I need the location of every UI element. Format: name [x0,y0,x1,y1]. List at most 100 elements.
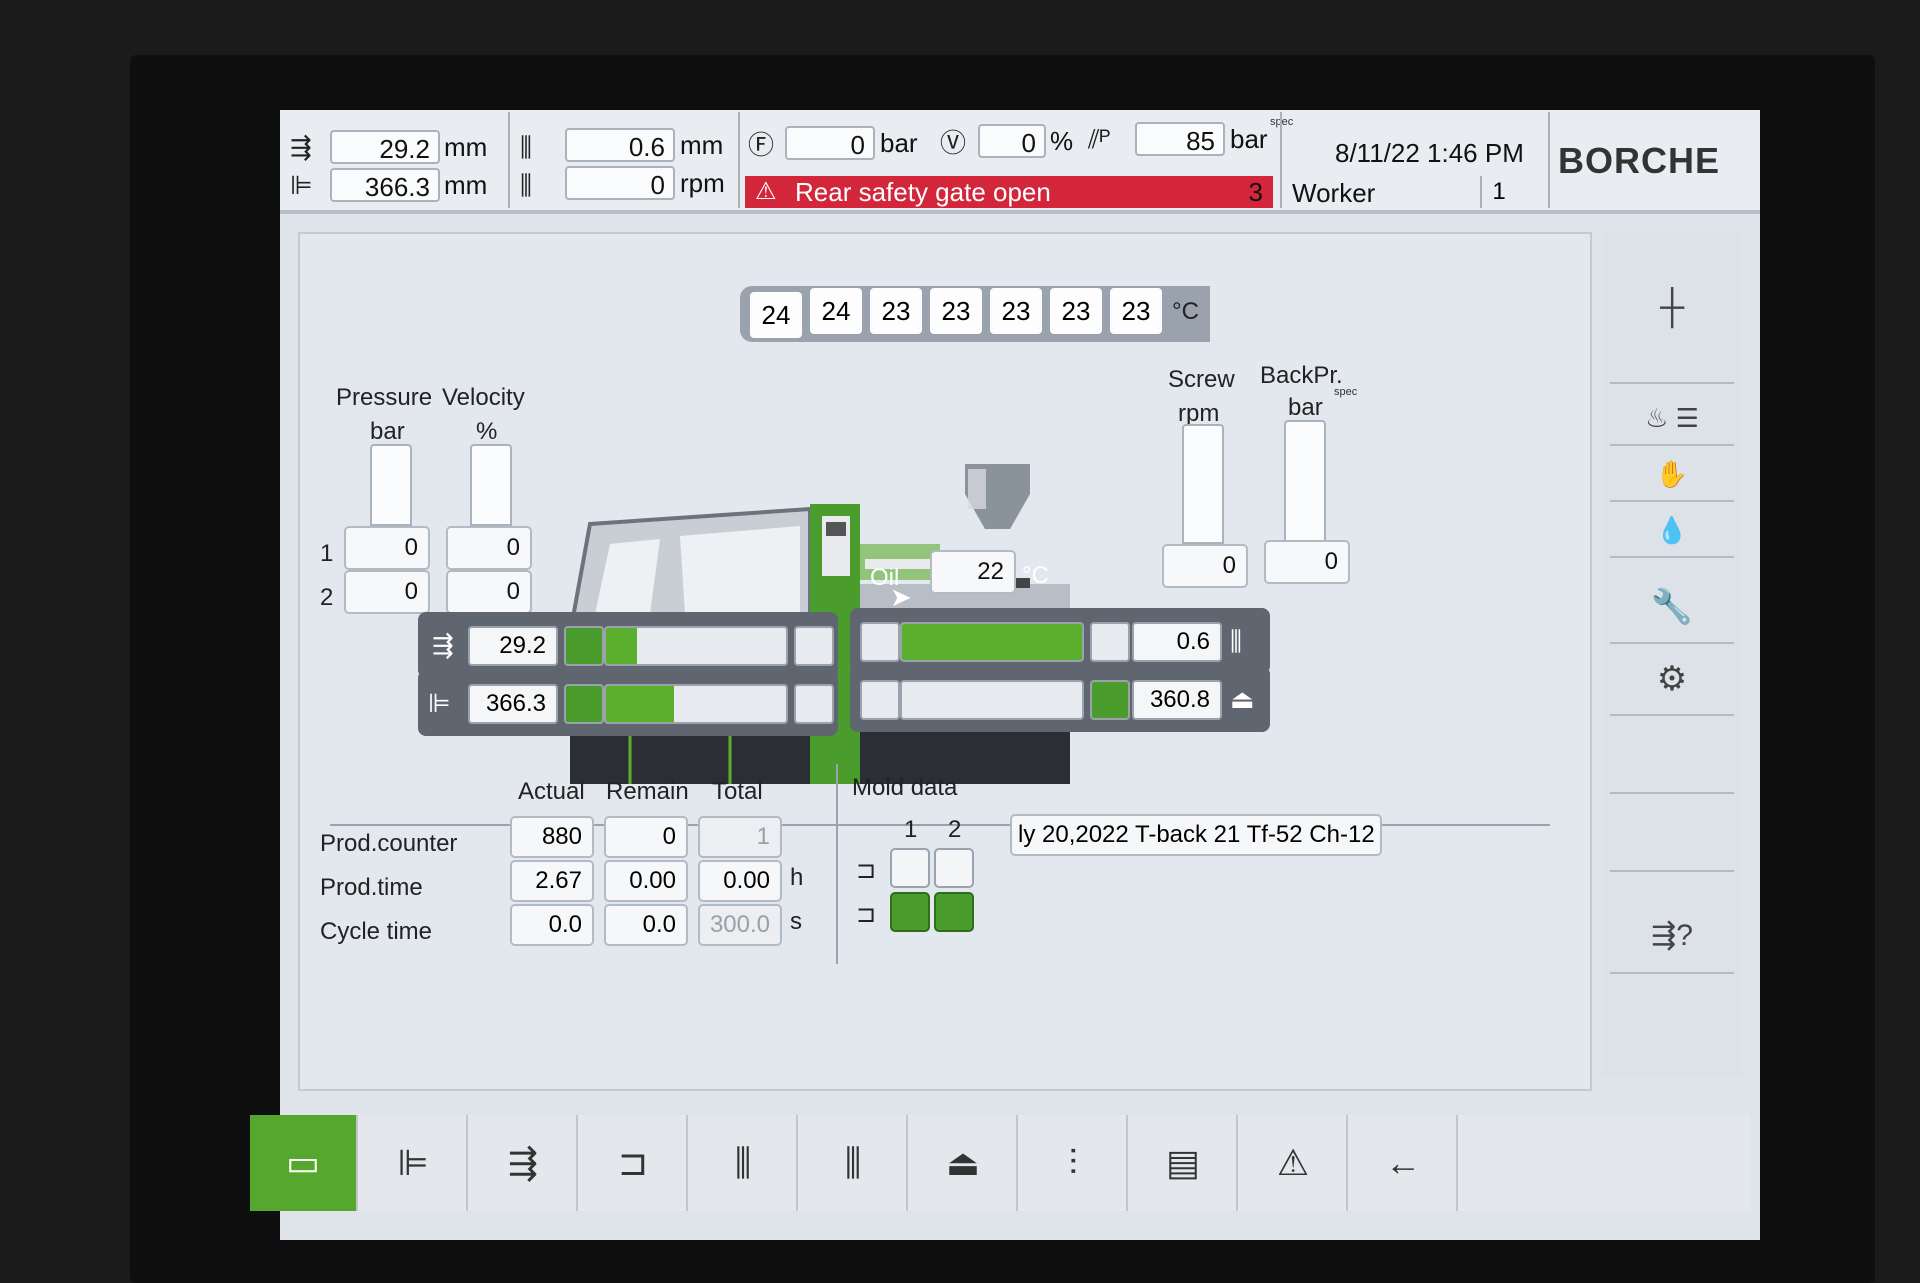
cycle-time-label: Cycle time [320,918,433,945]
empty-slot[interactable] [1610,796,1734,872]
oil-temp-value: 22 [930,550,1016,594]
alarm-count: 3 [1248,177,1263,207]
mold-nav-icon[interactable]: ⊫ [360,1115,468,1211]
pressure-value: 85 [1135,122,1225,156]
prod-time-remain: 0.00 [604,860,688,902]
core-nav-icon[interactable]: ⊐ [580,1115,688,1211]
alarm-nav-icon[interactable]: ⚠ [1240,1115,1348,1211]
mold-core-2-out[interactable] [934,848,974,888]
help-icon[interactable]: ⇶? [1610,900,1734,974]
position-indicator [794,626,834,666]
heating-button[interactable]: ♨ ☰ [1610,392,1734,446]
header-separator [1280,112,1282,208]
cycle-time-total[interactable]: 300.0 [698,904,782,946]
barrel-temp-zone[interactable]: 23 [988,286,1044,336]
position-indicator [794,684,834,724]
back-arrow-icon[interactable]: ← [1350,1115,1458,1211]
header-separator [508,112,510,208]
mold-position-fill [606,686,675,722]
position-indicator [564,626,604,666]
valve-unit: % [1050,126,1074,156]
prod-time-total[interactable]: 0.00 [698,860,782,902]
pressure-1-input[interactable]: 0 [344,526,430,570]
ejector-position-track [900,680,1084,720]
section-divider [836,764,838,964]
hand-mode-icon[interactable]: ✋ [1610,448,1734,502]
screw-rpm-value[interactable]: 0 [1162,544,1248,588]
row-label: 2 [320,584,334,611]
velocity-1-input[interactable]: 0 [446,526,532,570]
prod-counter-total[interactable]: 1 [698,816,782,858]
injection-position-fill [606,628,637,664]
barrel-temp-zone[interactable]: 23 [868,286,924,336]
prod-time-unit: h [790,864,804,891]
alarm-banner[interactable]: ⚠ Rear safety gate open 3 [745,176,1273,208]
injection-nav-icon[interactable]: ⇶ [470,1115,578,1211]
brand-logo: BORCHE [1558,140,1721,181]
mold-data-label: Mold data [852,774,958,801]
user-level: 1 [1480,176,1516,208]
position-indicator [860,680,900,720]
grid-view-button[interactable]: ┼ [1610,232,1734,384]
velocity-2-input[interactable]: 0 [446,570,532,614]
status-header: ⇶ 29.2 mm ⊫ 366.3 mm ⫼ 0.6 mm ⫼ 0 rpm Ⓕ … [280,110,1760,214]
backpr-value[interactable]: 0 [1264,540,1350,584]
empty-slot[interactable] [1610,718,1734,794]
barrel-temp-zone[interactable]: 23 [1048,286,1104,336]
valve-icon: Ⓥ [940,128,967,158]
injection-icon: ⇶ [432,630,454,660]
screw-back-nav-icon[interactable]: ⫼ [690,1115,798,1211]
inject-pos-value: 29.2 [330,130,440,164]
backpr-gauge [1284,420,1326,544]
drop-icon[interactable]: 💧 [1610,504,1734,558]
col-header-actual: Actual [518,778,585,805]
mold-name-field[interactable]: ly 20,2022 T-back 21 Tf-52 Ch-12 [1010,814,1382,856]
pressure-unit: bar [1230,124,1268,154]
right-toolbar: ┼ ♨ ☰ ✋ 💧 🔧 ⚙ ⇶? [1602,232,1742,1077]
temperature-nav-icon[interactable]: ⫶ [1020,1115,1128,1211]
col-header-total: Total [712,778,763,805]
mold-core-1-in[interactable] [890,892,930,932]
barrel-temp-zone[interactable]: 23 [928,286,984,336]
cycle-time-actual: 0.0 [510,904,594,946]
inject-pos-unit: mm [444,132,488,162]
screw-position-bar: 0.6 ⫼ [850,608,1270,674]
wrench-icon[interactable]: 🔧 [1610,572,1734,644]
cycle-time-remain: 0.0 [604,904,688,946]
injection-position-track [604,626,788,666]
mold-position-value: 366.3 [468,684,558,724]
mold-icon: ⊫ [428,688,451,718]
header-separator [1548,112,1550,208]
col-header-remain: Remain [606,778,689,805]
alarm-text: Rear safety gate open [795,177,1051,207]
barrel-temp-zone[interactable]: 24 [808,286,864,336]
injection-position-value: 29.2 [468,626,558,666]
screw-rotation-icon: ⫼ [520,170,532,200]
injection-icon: ⇶ [290,132,312,162]
user-name[interactable]: Worker [1292,178,1375,209]
mold-core-1-out[interactable] [890,848,930,888]
mold-pos-unit: mm [444,170,488,200]
barrel-temp-zone[interactable]: 24 [748,290,804,340]
prod-counter-remain: 0 [604,816,688,858]
mold-pos-value: 366.3 [330,168,440,202]
mold-position-track [604,684,788,724]
pressure-2-input[interactable]: 0 [344,570,430,614]
position-indicator [860,622,900,662]
production-nav-icon[interactable]: ▤ [1130,1115,1238,1211]
mold-core-2-in[interactable] [934,892,974,932]
mold-position-bar: ⊫ 366.3 [418,670,838,736]
overview-nav-icon[interactable]: ▭ [250,1115,358,1211]
ejector-position-value: 360.8 [1132,680,1222,720]
screw-position-fill [902,624,1082,660]
pressure-unit: bar [370,418,405,445]
ejector-nav-icon[interactable]: ⏏ [910,1115,1018,1211]
position-indicator [564,684,604,724]
screw-label: Screw [1168,366,1235,393]
position-indicator [1090,680,1130,720]
barrel-temp-zone[interactable]: 23 [1108,286,1164,336]
service-icon[interactable]: ⚙ [1610,644,1734,716]
mold-col-1: 1 [904,816,918,843]
screw-rotation-nav-icon[interactable]: ⫼ [800,1115,908,1211]
mold-icon: ⊫ [290,170,313,200]
